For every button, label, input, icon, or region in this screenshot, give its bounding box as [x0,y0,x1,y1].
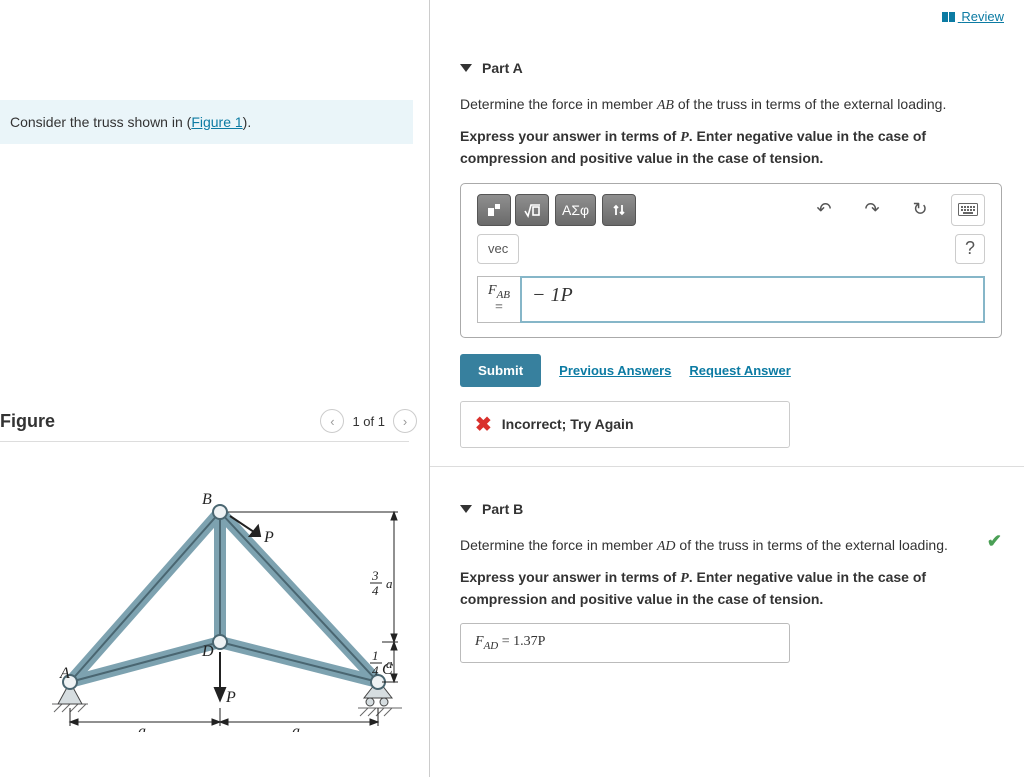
right-panel: Review Part A Determine the force in mem… [430,0,1024,777]
part-b-instruction: Express your answer in terms of P. Enter… [460,567,1002,610]
problem-statement: Consider the truss shown in (Figure 1). [0,100,413,144]
label-B: B [202,491,212,508]
undo-button[interactable]: ↶ [807,194,841,226]
keyboard-button[interactable] [951,194,985,226]
figure-nav: ‹ 1 of 1 › [320,409,417,433]
review-link[interactable]: Review [942,9,1004,24]
review-label: Review [961,9,1004,24]
feedback-text: Incorrect; Try Again [502,416,634,432]
incorrect-icon: ✖ [475,412,492,437]
help-button[interactable]: ? [955,234,985,264]
figure-link[interactable]: Figure 1 [191,114,242,130]
part-a-title: Part A [482,60,523,76]
prev-figure-button[interactable]: ‹ [320,409,344,433]
figure-divider [0,441,409,442]
label-D: D [201,643,214,660]
greek-button[interactable]: ΑΣφ [555,194,596,226]
previous-answers-link[interactable]: Previous Answers [559,363,671,378]
svg-text:4: 4 [372,663,379,678]
answer-input[interactable]: − 1P [520,276,985,323]
redo-button[interactable]: ↷ [855,194,889,226]
part-a-question: Determine the force in member AB of the … [460,94,1002,116]
prompt-prefix: Consider the truss shown in ( [10,114,191,130]
label-span-right: a [292,723,300,732]
answer-toolbar: ΑΣφ ↶ ↷ ↻ [477,194,985,226]
label-load-bottom: P [225,689,236,706]
part-a-instruction: Express your answer in terms of P. Enter… [460,126,1002,169]
label-height-lower: a [386,656,393,671]
caret-down-icon [460,505,472,513]
part-b-title: Part B [482,501,523,517]
submit-button[interactable]: Submit [460,354,541,387]
feedback-box: ✖ Incorrect; Try Again [460,401,790,448]
answer-panel: ΑΣφ ↶ ↷ ↻ vec ? [460,183,1002,338]
svg-text:4: 4 [372,583,379,598]
left-panel: Consider the truss shown in (Figure 1). … [0,0,430,777]
part-b: Part B ✔ Determine the force in member A… [430,467,1024,673]
book-icon [942,11,956,26]
caret-down-icon [460,64,472,72]
reset-button[interactable]: ↻ [903,194,937,226]
part-b-answer: FAD = 1.37P [460,623,790,663]
correct-icon: ✔ [987,531,1002,552]
updown-button[interactable] [602,194,636,226]
label-span-left: a [138,723,146,732]
next-figure-button[interactable]: › [393,409,417,433]
part-b-question: Determine the force in member AD of the … [460,535,1002,557]
svg-text:3: 3 [371,568,379,583]
figure-diagram: A B C D P P a a 3 4 a 1 4 a [30,472,409,735]
part-a: Part A Determine the force in member AB … [430,26,1024,458]
label-height-upper: a [386,576,393,591]
label-load-top: P [263,529,274,546]
request-answer-link[interactable]: Request Answer [689,363,790,378]
part-b-toggle[interactable]: Part B [460,501,1002,517]
sqrt-button[interactable] [515,194,549,226]
answer-input-row: FAB= − 1P [477,276,985,323]
template-button[interactable] [477,194,511,226]
prompt-suffix: ). [243,114,252,130]
figure-count: 1 of 1 [352,414,385,429]
label-A: A [59,665,70,682]
svg-text:1: 1 [372,648,379,663]
vec-button[interactable]: vec [477,234,519,264]
part-a-toggle[interactable]: Part A [460,60,1002,76]
figure-header: Figure ‹ 1 of 1 › [0,409,429,433]
figure-title: Figure [0,411,55,432]
input-variable: FAB= [477,276,520,323]
